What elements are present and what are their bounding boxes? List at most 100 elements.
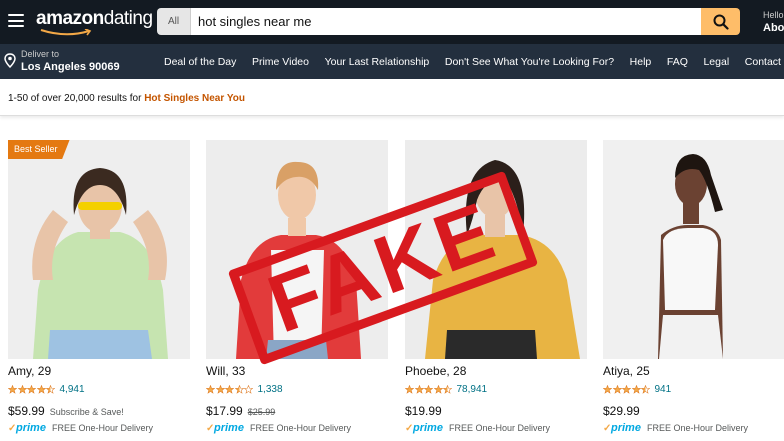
search-bar: All — [157, 8, 740, 35]
search-icon — [713, 14, 729, 30]
results-query: Hot Singles Near You — [144, 93, 245, 104]
subscribe-save-note: Subscribe & Save! — [49, 407, 124, 417]
product-image[interactable]: Best Seller — [8, 140, 190, 359]
location-pin-icon — [4, 53, 16, 68]
star-icon — [206, 384, 215, 394]
delivery-text: FREE One-Hour Delivery — [249, 423, 351, 433]
account-greeting: Hello — [763, 10, 784, 20]
search-button[interactable] — [701, 8, 740, 35]
prime-row: ✓ prime FREE One-Hour Delivery — [8, 422, 153, 434]
prime-label: prime — [413, 422, 443, 434]
product-rating[interactable]: 1,338 — [206, 383, 283, 395]
star-icon — [46, 384, 55, 394]
results-count: 1-50 of over 20,000 results for — [8, 93, 142, 104]
product-rating[interactable]: 941 — [603, 383, 671, 395]
nav-links: Deal of the Day Prime Video Your Last Re… — [164, 44, 784, 79]
prime-check-icon: ✓ — [206, 423, 215, 434]
price-row: $59.99 Subscribe & Save! — [8, 404, 124, 418]
old-price: $25.99 — [247, 407, 276, 417]
product-card[interactable]: Atiya, 25 941 $29.99 ✓ prime FREE One-Hou… — [603, 140, 784, 441]
product-name[interactable]: Phoebe, 28 — [405, 364, 466, 378]
logo-suffix: dating — [103, 8, 153, 29]
star-icon — [36, 384, 46, 394]
star-icon — [424, 384, 433, 394]
product-rating[interactable]: 78,941 — [405, 383, 487, 395]
delivery-text: FREE One-Hour Delivery — [448, 423, 550, 433]
star-icon — [8, 384, 17, 394]
logo[interactable]: amazondating — [36, 8, 153, 38]
star-icon — [631, 384, 641, 394]
prime-row: ✓ prime FREE One-Hour Delivery — [603, 422, 748, 434]
star-rating — [206, 384, 254, 394]
star-rating — [8, 384, 56, 394]
star-rating — [603, 384, 651, 394]
product-rating[interactable]: 4,941 — [8, 383, 85, 395]
star-icon — [405, 384, 414, 394]
price-row: $19.99 — [405, 404, 442, 418]
prime-badge: ✓ prime — [206, 422, 244, 434]
menu-icon[interactable] — [8, 14, 24, 27]
prime-badge: ✓ prime — [405, 422, 443, 434]
star-icon — [622, 384, 631, 394]
prime-check-icon: ✓ — [603, 423, 612, 434]
price: $19.99 — [405, 404, 442, 418]
nav-bar: Deliver to Los Angeles 90069 Deal of the… — [0, 44, 784, 79]
person-photo — [8, 140, 190, 359]
nav-link-contact[interactable]: Contact — [745, 56, 781, 68]
star-icon — [225, 384, 234, 394]
prime-label: prime — [611, 422, 641, 434]
prime-badge: ✓ prime — [603, 422, 641, 434]
search-category-dropdown[interactable]: All — [157, 8, 191, 35]
prime-label: prime — [214, 422, 244, 434]
star-rating — [405, 384, 453, 394]
delivery-text: FREE One-Hour Delivery — [646, 423, 748, 433]
price-row: $17.99 $25.99 — [206, 404, 275, 418]
price: $29.99 — [603, 404, 640, 418]
account-menu[interactable]: Abo — [763, 22, 784, 34]
prime-row: ✓ prime FREE One-Hour Delivery — [405, 422, 550, 434]
prime-check-icon: ✓ — [405, 423, 414, 434]
product-name[interactable]: Atiya, 25 — [603, 364, 650, 378]
prime-check-icon: ✓ — [8, 423, 17, 434]
star-icon — [17, 384, 27, 394]
review-count[interactable]: 1,338 — [258, 384, 283, 395]
nav-link-legal[interactable]: Legal — [703, 56, 729, 68]
star-icon — [443, 384, 452, 394]
results-summary: 1-50 of over 20,000 results for Hot Sing… — [8, 93, 245, 104]
person-photo — [603, 140, 784, 359]
deliver-location: Los Angeles 90069 — [21, 61, 120, 73]
product-card[interactable]: Best Seller Amy, 29 4,941 $59.99 Subscri… — [8, 140, 190, 441]
nav-link-deal-of-the-day[interactable]: Deal of the Day — [164, 56, 236, 68]
prime-badge: ✓ prime — [8, 422, 46, 434]
prime-row: ✓ prime FREE One-Hour Delivery — [206, 422, 351, 434]
star-icon — [215, 384, 225, 394]
search-input[interactable] — [191, 8, 701, 35]
top-bar: amazondating All Hello Abo — [0, 0, 784, 44]
nav-link-your-last-relationship[interactable]: Your Last Relationship — [325, 56, 430, 68]
review-count[interactable]: 4,941 — [60, 384, 85, 395]
review-count[interactable]: 941 — [655, 384, 672, 395]
product-name[interactable]: Will, 33 — [206, 364, 245, 378]
prime-label: prime — [16, 422, 46, 434]
deliver-label: Deliver to — [21, 49, 60, 59]
best-seller-badge: Best Seller — [8, 140, 70, 159]
results-bar: 1-50 of over 20,000 results for Hot Sing… — [0, 79, 784, 116]
nav-link-prime-video[interactable]: Prime Video — [252, 56, 309, 68]
review-count[interactable]: 78,941 — [457, 384, 488, 395]
star-icon — [244, 384, 253, 394]
star-icon — [27, 384, 36, 394]
nav-link-faq[interactable]: FAQ — [667, 56, 688, 68]
star-icon — [603, 384, 612, 394]
delivery-text: FREE One-Hour Delivery — [51, 423, 153, 433]
price-row: $29.99 — [603, 404, 640, 418]
price: $17.99 — [206, 404, 243, 418]
star-icon — [414, 384, 424, 394]
product-image[interactable] — [603, 140, 784, 359]
product-name[interactable]: Amy, 29 — [8, 364, 51, 378]
nav-link-dont-see-what-youre-looking-for[interactable]: Don't See What You're Looking For? — [445, 56, 614, 68]
nav-link-help[interactable]: Help — [630, 56, 652, 68]
star-icon — [641, 384, 650, 394]
price: $59.99 — [8, 404, 45, 418]
star-icon — [433, 384, 443, 394]
logo-main: amazon — [36, 8, 104, 29]
